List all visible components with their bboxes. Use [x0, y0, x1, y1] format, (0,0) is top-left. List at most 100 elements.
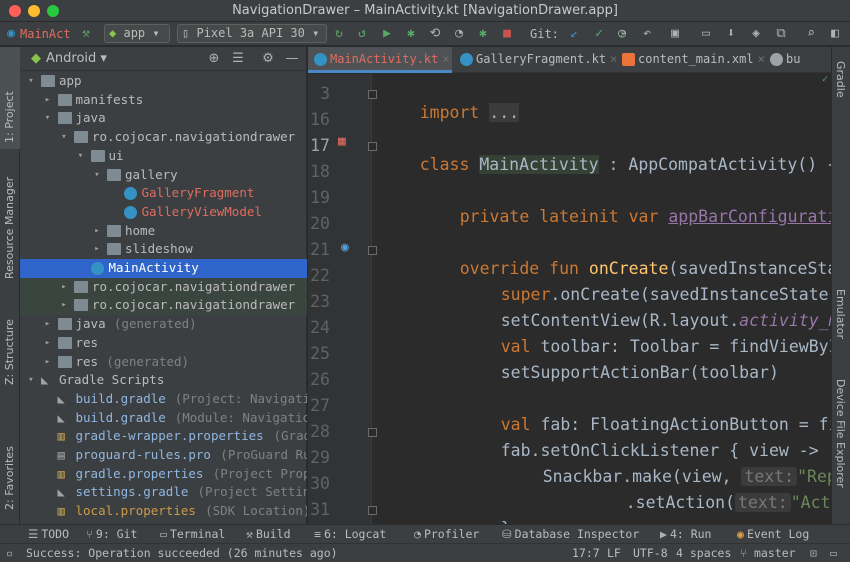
expanded-arrow-icon[interactable]: ▾ — [76, 147, 86, 166]
tool-window-9-git[interactable]: ⑂ 9: Git — [86, 527, 137, 541]
close-tab-icon[interactable]: × — [442, 52, 449, 66]
search-icon[interactable]: ⌕ — [803, 26, 819, 42]
status-message[interactable]: Success: Operation succeeded (26 minutes… — [26, 546, 338, 560]
lock-icon[interactable]: ⊡ — [810, 546, 817, 560]
collapsed-arrow-icon[interactable]: ▸ — [92, 222, 102, 241]
tab-project[interactable]: 1: Project — [0, 47, 20, 149]
project-structure-icon[interactable]: ▣ — [667, 26, 683, 42]
avd-manager-icon[interactable]: ▭ — [698, 26, 714, 42]
fold-marker-icon[interactable] — [368, 142, 377, 151]
apply-code-changes-icon[interactable]: ↺ — [354, 26, 370, 42]
tool-window-event-log[interactable]: ◉ Event Log — [737, 527, 809, 541]
layout-inspector-icon[interactable]: ⧉ — [773, 26, 789, 42]
tree-item-manifests[interactable]: ▸ manifests — [20, 91, 307, 110]
tool-window-profiler[interactable]: ◔ Profiler — [414, 527, 479, 541]
fold-marker-icon[interactable] — [368, 428, 377, 437]
git-rollback-icon[interactable]: ↶ — [639, 26, 655, 42]
fold-marker-icon[interactable] — [368, 506, 377, 515]
fold-marker-icon[interactable] — [368, 246, 377, 255]
status-toggle-icon[interactable]: ▫ — [6, 546, 13, 560]
tree-item-java[interactable]: ▾ java — [20, 109, 307, 128]
editor-tab[interactable]: content_main.xml × — [616, 47, 765, 73]
collapsed-arrow-icon[interactable]: ▸ — [43, 91, 53, 110]
override-gutter-icon[interactable]: ◉ — [341, 240, 349, 255]
code-editor[interactable]: 3 16 17 18 19 20 21 22 23 24 25 26 27 28 29 30 31 import… — [308, 74, 831, 524]
tree-item-app[interactable]: ▾ app — [20, 72, 307, 91]
tree-item-ro-cojocar-navigationdrawer[interactable]: ▾ ro.cojocar.navigationdrawer — [20, 128, 307, 147]
editor-tab[interactable]: bu — [764, 47, 824, 73]
expanded-arrow-icon[interactable]: ▾ — [59, 128, 69, 147]
tree-item-galleryfragment[interactable]: GalleryFragment — [20, 184, 307, 203]
tree-item-slideshow[interactable]: ▸ slideshow — [20, 240, 307, 259]
module-selector[interactable]: ◆ app ▾ — [104, 24, 170, 43]
collapsed-arrow-icon[interactable]: ▸ — [43, 353, 53, 372]
tab-structure[interactable]: Z: Structure — [0, 305, 20, 387]
tree-item-java[interactable]: ▸ java (generated) — [20, 315, 307, 334]
git-history-icon[interactable]: ◷ — [614, 26, 630, 42]
tree-item-galleryviewmodel[interactable]: GalleryViewModel — [20, 203, 307, 222]
gear-icon[interactable]: ⚙ — [260, 51, 276, 67]
settings-icon[interactable]: ◧ — [827, 26, 843, 42]
inspection-ok-icon[interactable]: ✓ — [822, 74, 831, 85]
collapse-all-icon[interactable]: ☰ — [230, 51, 246, 67]
collapsed-arrow-icon[interactable]: ▸ — [43, 315, 53, 334]
tree-item-ui[interactable]: ▾ ui — [20, 147, 307, 166]
debug-icon[interactable]: ✱ — [403, 26, 419, 42]
tree-item-ro-cojocar-navigationdrawer[interactable]: ▸ ro.cojocar.navigationdrawer ( — [20, 296, 307, 316]
tool-window-terminal[interactable]: ▭ Terminal — [160, 527, 225, 541]
editor-tab[interactable]: GalleryFragment.kt × — [454, 47, 617, 73]
sync-gradle-icon[interactable]: ◈ — [748, 26, 764, 42]
tree-item-settings-gradle[interactable]: ◣ settings.gradle (Project Setting — [20, 483, 308, 502]
collapsed-arrow-icon[interactable]: ▸ — [59, 278, 69, 297]
class-run-gutter-icon[interactable]: ▦ — [338, 134, 356, 152]
file-encoding[interactable]: UTF-8 — [633, 546, 668, 560]
editor-tab[interactable]: MainActivity.kt × — [308, 47, 452, 73]
locate-file-icon[interactable]: ⊕ — [206, 51, 222, 67]
sdk-manager-icon[interactable]: ⬇ — [723, 26, 739, 42]
profile-icon[interactable]: ⟲ — [427, 26, 443, 42]
tree-item-local-properties[interactable]: ▥ local.properties (SDK Location) — [20, 502, 308, 521]
attach-debugger-icon[interactable]: ✱ — [475, 26, 491, 42]
profiler-gauge-icon[interactable]: ◔ — [451, 26, 467, 42]
tree-item-mainactivity[interactable]: MainActivity — [20, 259, 307, 278]
expanded-arrow-icon[interactable]: ▾ — [43, 109, 53, 128]
tree-item-build-gradle[interactable]: ◣ build.gradle (Module: Navigatio — [20, 409, 308, 428]
project-view-selector[interactable]: Android ▾ — [46, 51, 107, 66]
git-update-icon[interactable]: ↙ — [566, 26, 582, 42]
tool-window-build[interactable]: ⚒ Build — [246, 527, 291, 541]
tool-window-todo[interactable]: ☰ TODO — [28, 527, 69, 541]
caret-position[interactable]: 17:7 — [572, 546, 600, 560]
tool-window-database-inspector[interactable]: ⛁ Database Inspector — [502, 527, 639, 541]
tab-favorites[interactable]: 2: Favorites — [0, 422, 20, 512]
tree-item-gradle-scripts[interactable]: ▾ ◣ Gradle Scripts — [20, 371, 307, 390]
device-selector[interactable]: ▯ Pixel 3a API 30 ▾ — [177, 24, 327, 43]
line-separator[interactable]: LF — [607, 546, 621, 560]
expanded-arrow-icon[interactable]: ▾ — [92, 166, 102, 185]
tree-item-proguard-rules-pro[interactable]: ▤ proguard-rules.pro (ProGuard Ru — [20, 446, 308, 465]
expanded-arrow-icon[interactable]: ▾ — [26, 72, 36, 91]
memory-indicator-icon[interactable]: ▭ — [830, 546, 837, 560]
tree-item-res[interactable]: ▸ res (generated) — [20, 353, 307, 372]
folded-imports[interactable]: ... — [489, 103, 520, 122]
hide-panel-icon[interactable]: — — [284, 51, 300, 67]
tree-item-res[interactable]: ▸ res — [20, 334, 307, 353]
indent-setting[interactable]: 4 spaces — [676, 546, 731, 560]
tool-window-6-logcat[interactable]: ≡ 6: Logcat — [314, 527, 386, 541]
apply-changes-icon[interactable]: ↻ — [331, 26, 347, 42]
stop-icon[interactable]: ■ — [499, 26, 515, 42]
git-branch[interactable]: master — [754, 546, 796, 560]
tree-item-gradle-wrapper-properties[interactable]: ▥ gradle-wrapper.properties (Grad — [20, 427, 308, 446]
hammer-icon[interactable]: ⚒ — [78, 26, 94, 42]
collapsed-arrow-icon[interactable]: ▸ — [43, 334, 53, 353]
collapsed-arrow-icon[interactable]: ▸ — [59, 296, 69, 315]
tree-item-ro-cojocar-navigationdrawer[interactable]: ▸ ro.cojocar.navigationdrawer ( — [20, 277, 307, 297]
git-commit-icon[interactable]: ✓ — [591, 26, 607, 42]
tab-resource-manager[interactable]: Resource Manager — [0, 157, 20, 282]
run-icon[interactable]: ▶ — [379, 26, 395, 42]
tree-item-home[interactable]: ▸ home — [20, 222, 307, 241]
tool-window-4-run[interactable]: ▶ 4: Run — [660, 527, 711, 541]
expanded-arrow-icon[interactable]: ▾ — [26, 371, 36, 390]
tree-item-gradle-properties[interactable]: ▥ gradle.properties (Project Prope — [20, 465, 308, 484]
breadcrumb[interactable]: MainAct — [20, 24, 71, 44]
collapsed-arrow-icon[interactable]: ▸ — [92, 240, 102, 259]
